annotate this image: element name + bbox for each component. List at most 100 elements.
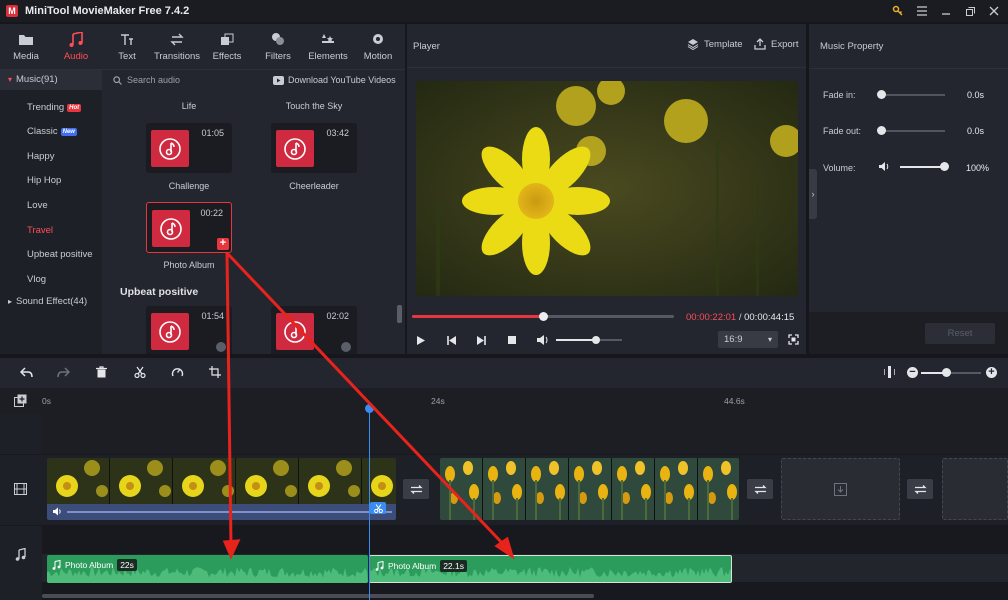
timeline-scrollbar[interactable] [42,594,594,598]
redo-icon[interactable] [57,367,70,378]
split-scissors-icon[interactable] [370,502,386,514]
tab-elements[interactable]: Elements [303,30,353,68]
sound-effect-category-header[interactable]: ▸ Sound Effect(44) [0,292,102,312]
crop-icon[interactable] [209,366,221,378]
transition-slot[interactable] [747,479,773,499]
search-input[interactable]: Search audio [113,75,180,85]
previous-frame-button[interactable] [446,335,457,346]
tab-media[interactable]: Media [1,30,51,68]
speed-icon[interactable] [171,366,184,378]
minimize-icon[interactable] [934,0,958,22]
category-travel[interactable]: Travel [0,221,102,241]
category-happy[interactable]: Happy [0,147,102,167]
play-button[interactable] [416,335,426,346]
fade-out-handle[interactable] [877,126,886,135]
add-track-icon[interactable] [14,394,27,407]
audio-clip-1[interactable]: Photo Album 22s [47,555,368,583]
undo-icon[interactable] [20,367,33,378]
category-upbeat-positive[interactable]: Upbeat positive [0,245,102,265]
playback-handle[interactable] [539,312,548,321]
empty-drop-slot[interactable] [781,458,900,520]
volume-value: 100% [966,163,990,173]
key-icon[interactable] [886,0,910,22]
category-trending[interactable]: Trending Hot [0,98,102,118]
time-separator: / [738,312,742,323]
template-button[interactable]: Template [687,38,743,50]
timeline-ruler[interactable]: 0s 24s 44.6s [0,388,1008,414]
playhead-line[interactable] [369,402,370,600]
reset-button[interactable]: Reset [925,323,995,344]
track-card-upbeat-2[interactable]: 02:02 [271,306,357,354]
fade-out-slider[interactable] [881,130,945,132]
export-button[interactable]: Export [754,38,798,50]
delete-icon[interactable] [96,366,107,378]
player-volume-track[interactable] [556,339,622,341]
download-youtube-button[interactable]: Download YouTube Videos [273,75,396,85]
clip-volume-icon[interactable] [52,507,62,516]
track-duration: 03:42 [326,128,349,138]
video-preview[interactable] [416,81,798,296]
track-card-challenge[interactable]: 01:05 [146,123,232,173]
divider [809,68,1008,69]
tab-effects[interactable]: Effects [202,30,252,68]
category-love[interactable]: Love [0,196,102,216]
track-card-photo-album[interactable]: 00:22 + [146,202,232,253]
track-duration: 01:54 [201,311,224,321]
export-label: Export [771,38,799,50]
library-scrollbar[interactable] [397,305,402,323]
transition-slot[interactable] [907,479,933,499]
fade-in-label: Fade in: [823,90,856,100]
app-logo-icon: M [6,5,18,17]
player-volume-handle[interactable] [591,336,600,344]
category-vlog[interactable]: Vlog [0,270,102,290]
speaker-icon[interactable] [536,334,549,346]
add-to-timeline-button[interactable]: + [217,238,229,250]
zoom-out-button[interactable]: − [907,367,918,378]
zoom-handle[interactable] [942,368,951,377]
video-clip-2[interactable] [440,458,739,520]
section-heading: Upbeat positive [120,286,199,298]
tab-filters[interactable]: Filters [253,30,303,68]
zoom-slider[interactable] [921,372,981,374]
stop-button[interactable] [507,335,517,345]
category-classic[interactable]: Classic New [0,122,102,142]
chevron-down-icon: ▾ [767,335,772,344]
playhead-handle[interactable] [365,404,374,413]
transition-slot[interactable] [403,479,429,499]
next-frame-button[interactable] [476,335,487,346]
video-track-header [0,455,42,525]
download-icon[interactable] [341,342,351,352]
fullscreen-icon[interactable] [788,334,799,345]
aspect-ratio-select[interactable]: 16:9 ▾ [718,331,778,348]
menu-icon[interactable] [910,0,934,22]
music-category-header[interactable]: ▾ Music(91) [0,70,102,90]
fade-in-handle[interactable] [877,90,886,99]
tab-motion[interactable]: Motion [353,30,403,68]
tab-label: Media [13,51,39,62]
close-icon[interactable] [982,0,1006,22]
music-note-icon [15,548,26,561]
tab-text[interactable]: Text [102,30,152,68]
fade-in-slider[interactable] [881,94,945,96]
category-hip-hop[interactable]: Hip Hop [0,171,102,191]
category-label: Love [27,200,48,211]
track-title: Touch the Sky [285,101,343,111]
overlay-track[interactable] [42,414,1008,454]
audio-clip-2[interactable]: Photo Album 22.1s [369,555,732,583]
tab-audio[interactable]: Audio [51,30,101,68]
empty-drop-slot[interactable] [942,458,1008,520]
track-card-cheerleader[interactable]: 03:42 [271,123,357,173]
zoom-in-button[interactable]: + [986,367,997,378]
volume-handle[interactable] [940,162,949,171]
tab-transitions[interactable]: Transitions [152,30,202,68]
download-icon[interactable] [216,342,226,352]
fit-timeline-icon[interactable] [884,366,895,378]
maximize-icon[interactable] [958,0,982,22]
audio-clip-duration: 22.1s [440,560,467,572]
tab-label: Motion [363,51,393,62]
track-card-upbeat-1[interactable]: 01:54 [146,306,232,354]
collapse-panel-handle[interactable]: › [809,169,817,219]
scissors-icon[interactable] [134,366,146,378]
video-clip-1[interactable] [47,458,396,520]
new-badge: New [60,128,77,136]
